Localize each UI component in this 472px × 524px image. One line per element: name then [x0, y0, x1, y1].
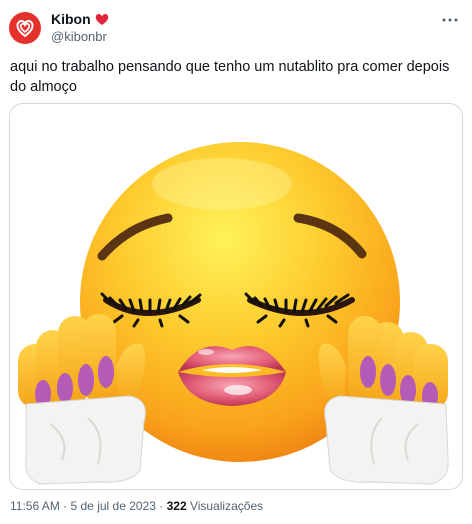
tweet-text: aqui no trabalho pensando que tenho um n… — [10, 59, 450, 95]
display-name[interactable]: Kibon — [51, 11, 91, 27]
tweet-time[interactable]: 11:56 AM — [10, 499, 60, 513]
red-heart-icon — [95, 13, 108, 25]
views-count: 322 — [166, 499, 187, 513]
tweet-metadata: 11:56 AM · 5 de jul de 2023 · 322 Visual… — [10, 499, 263, 513]
meta-separator: · — [63, 499, 68, 513]
tweet: Kibon @kibonbr aqui no trabalho pensando… — [0, 0, 472, 524]
kissing-emoji-image — [18, 142, 449, 485]
author-name-row: Kibon — [51, 11, 109, 27]
avatar[interactable] — [9, 12, 41, 44]
more-options-icon[interactable] — [442, 12, 458, 28]
views-label: Visualizações — [189, 499, 264, 513]
tweet-date[interactable]: 5 de jul de 2023 — [71, 499, 156, 513]
tweet-media[interactable] — [9, 103, 463, 490]
author-handle[interactable]: @kibonbr — [51, 29, 107, 44]
meta-separator: · — [159, 499, 164, 513]
kibon-logo-icon — [16, 19, 34, 38]
